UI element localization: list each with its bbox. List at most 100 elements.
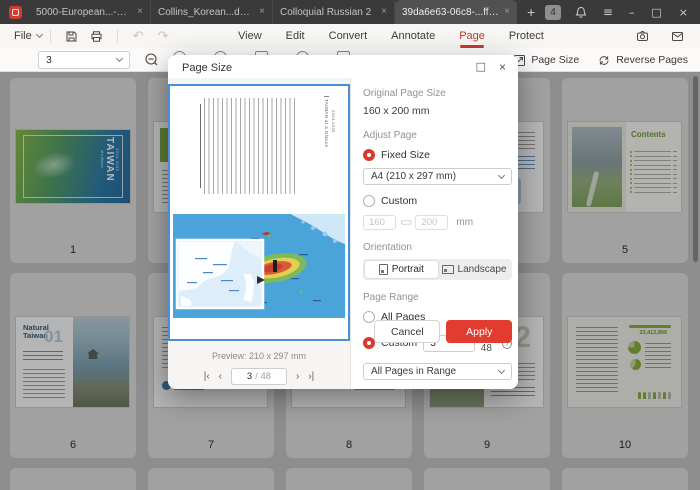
portrait-icon — [379, 264, 388, 275]
custom-size-radio-row[interactable]: Custom — [363, 195, 512, 207]
app-window: 5000-European...-Portuguese * × Collins_… — [0, 0, 700, 490]
portrait-option[interactable]: Portrait — [365, 261, 438, 278]
toolbar-right: Page Size Reverse Pages — [513, 48, 688, 72]
radio-unselected-icon[interactable] — [363, 195, 375, 207]
radio-selected-icon[interactable] — [363, 337, 375, 349]
preview-title: TAIWAN at a Glance — [324, 96, 329, 147]
landscape-label: Landscape — [458, 264, 507, 275]
fixed-size-radio-row[interactable]: Fixed Size — [363, 149, 512, 161]
custom-size-inputs: 160 ⊂⊃ 200 mm — [363, 215, 512, 230]
file-menu-label: File — [14, 30, 32, 42]
save-button[interactable] — [65, 30, 78, 43]
dialog-body: 2024-2025 TAIWAN at a Glance — [168, 78, 518, 389]
next-page-button[interactable]: › — [296, 371, 299, 382]
preview-panel: 2024-2025 TAIWAN at a Glance — [168, 78, 351, 389]
redo-button[interactable]: ↷ — [158, 30, 169, 43]
page-size-label: Page Size — [531, 54, 579, 66]
window-close-button[interactable]: × — [679, 7, 688, 18]
custom-width-input[interactable]: 160 — [363, 215, 396, 230]
document-tab-3[interactable]: Colloquial Russian 2 × — [273, 0, 395, 24]
page-size-button[interactable]: Page Size — [513, 54, 579, 67]
dialog-close-button[interactable]: × — [499, 60, 506, 74]
reverse-pages-button[interactable]: Reverse Pages — [597, 54, 688, 67]
dialog-maximize-button[interactable]: □ — [476, 60, 486, 73]
reverse-pages-label: Reverse Pages — [616, 54, 688, 66]
page-size-dialog: Page Size □ × 2024-2025 TAIWAN at a Glan… — [168, 55, 518, 389]
unit-label: mm — [456, 217, 473, 228]
fixed-size-label: Fixed Size — [381, 149, 430, 161]
hamburger-menu-icon[interactable]: ≡ — [603, 6, 613, 18]
settings-panel: Original Page Size 160 x 200 mm Adjust P… — [351, 78, 518, 389]
dialog-header: Page Size □ × — [168, 55, 518, 78]
preview-text-area: 2024-2025 TAIWAN at a Glance — [170, 86, 348, 211]
orientation-label: Orientation — [363, 242, 512, 253]
document-tab-2[interactable]: Collins_Korean...ds_and_phrases × — [151, 0, 273, 24]
print-icon — [90, 30, 103, 43]
tab-convert[interactable]: Convert — [329, 24, 368, 48]
close-icon[interactable]: × — [381, 7, 387, 17]
file-menu[interactable]: File — [14, 30, 42, 42]
new-tab-button[interactable]: + — [527, 4, 535, 20]
window-maximize-button[interactable]: □ — [651, 7, 661, 18]
preview-page-input[interactable]: 3 / 48 — [231, 368, 287, 385]
ribbon-tabs: View Edit Convert Annotate Page Protect — [238, 24, 544, 48]
apply-button[interactable]: Apply — [446, 320, 512, 343]
zoom-out-button[interactable] — [144, 52, 159, 67]
range-scope-value: All Pages in Range — [371, 366, 456, 377]
print-button[interactable] — [90, 30, 103, 43]
tab-edit[interactable]: Edit — [286, 24, 305, 48]
divider — [50, 30, 51, 43]
menu-bar: File ↶ ↷ View Edit Convert Annotate Page… — [0, 24, 700, 48]
landscape-option[interactable]: Landscape — [438, 261, 511, 278]
page-preview[interactable]: 2024-2025 TAIWAN at a Glance — [168, 84, 350, 341]
link-dimensions-icon[interactable]: ⊂⊃ — [400, 218, 411, 227]
tab-view[interactable]: View — [238, 24, 262, 48]
previous-page-button[interactable]: ‹ — [219, 371, 222, 382]
original-size-value: 160 x 200 mm — [363, 105, 512, 117]
close-icon[interactable]: × — [504, 7, 510, 17]
menubar-right-icons — [630, 24, 690, 48]
cancel-button[interactable]: Cancel — [374, 320, 440, 343]
original-size-label: Original Page Size — [363, 88, 512, 99]
radio-selected-icon[interactable] — [363, 149, 375, 161]
tab-page-active[interactable]: Page — [459, 24, 485, 48]
tab-annotate[interactable]: Annotate — [391, 24, 435, 48]
title-bar: 5000-European...-Portuguese * × Collins_… — [0, 0, 700, 24]
close-icon[interactable]: × — [137, 7, 143, 17]
custom-size-label: Custom — [381, 195, 417, 207]
reverse-pages-icon — [597, 54, 611, 67]
first-page-button[interactable]: |‹ — [204, 371, 210, 382]
taiwan-map-art — [173, 214, 345, 318]
preview-year: 2024-2025 — [331, 110, 336, 133]
dialog-title: Page Size — [182, 62, 232, 74]
portrait-label: Portrait — [392, 264, 424, 275]
landscape-icon — [442, 265, 454, 274]
feedback-mail-button[interactable] — [671, 31, 684, 42]
paper-size-value: A4 (210 x 297 mm) — [371, 171, 456, 182]
preview-pagination: |‹ ‹ 3 / 48 › ›| — [168, 368, 350, 385]
tab-label: Colloquial Russian 2 — [280, 7, 376, 18]
paper-size-select[interactable]: A4 (210 x 297 mm) — [363, 168, 512, 185]
preview-vertical-title: 2024-2025 TAIWAN at a Glance — [324, 96, 336, 147]
rotated-rule-art — [200, 104, 201, 188]
document-tab-1[interactable]: 5000-European...-Portuguese * × — [29, 0, 151, 24]
screenshot-camera-button[interactable] — [636, 30, 649, 42]
preview-page-value: 3 — [247, 371, 252, 382]
last-page-button[interactable]: ›| — [308, 371, 314, 382]
tab-protect[interactable]: Protect — [509, 24, 544, 48]
undo-button[interactable]: ↶ — [133, 30, 144, 43]
window-minimize-button[interactable]: – — [629, 7, 635, 18]
account-badge[interactable]: 4 — [545, 5, 561, 20]
chevron-down-icon — [36, 31, 43, 38]
document-tab-4-active[interactable]: 39da6e63-06c8-...ff58f36aa7ad * × — [395, 0, 517, 24]
range-scope-select[interactable]: All Pages in Range — [363, 363, 512, 380]
orientation-segmented-control: Portrait Landscape — [363, 259, 512, 280]
bell-icon[interactable] — [575, 6, 587, 19]
close-icon[interactable]: × — [259, 7, 265, 17]
custom-height-input[interactable]: 200 — [415, 215, 448, 230]
page-range-label: Page Range — [363, 292, 512, 303]
app-logo-icon — [9, 6, 22, 19]
radio-unselected-icon[interactable] — [363, 311, 375, 323]
rotated-text-art — [204, 98, 296, 194]
page-number-dropdown[interactable]: 3 — [38, 51, 130, 69]
